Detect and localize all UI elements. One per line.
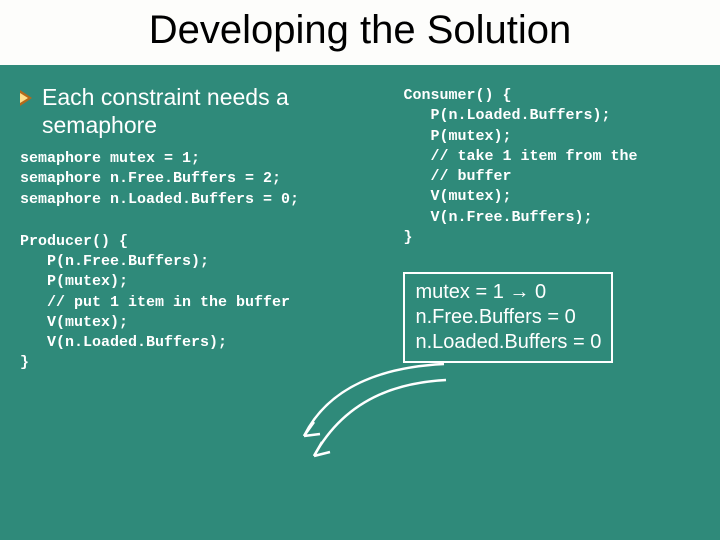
producer-code: Producer() { P(n.Free.Buffers); P(mutex)… bbox=[20, 232, 397, 374]
code-line: // take 1 item from the bbox=[403, 148, 637, 165]
bullet-text: Each constraint needs a semaphore bbox=[42, 84, 397, 139]
consumer-code: Consumer() { P(n.Loaded.Buffers); P(mute… bbox=[403, 86, 700, 248]
columns: Each constraint needs a semaphore semaph… bbox=[20, 84, 700, 374]
code-line: semaphore n.Free.Buffers = 2; bbox=[20, 170, 281, 187]
state-box: mutex = 1 → 0 n.Free.Buffers = 0 n.Loade… bbox=[403, 272, 613, 363]
diamond-bullet-icon bbox=[20, 90, 32, 106]
code-line: // put 1 item in the buffer bbox=[20, 294, 290, 311]
state-line: n.Free.Buffers = 0 bbox=[415, 305, 601, 330]
slide-body: Each constraint needs a semaphore semaph… bbox=[0, 66, 720, 374]
code-line: V(mutex); bbox=[403, 188, 511, 205]
code-line: V(n.Loaded.Buffers); bbox=[20, 334, 227, 351]
slide: Developing the Solution Each constraint … bbox=[0, 0, 720, 540]
code-line: P(n.Loaded.Buffers); bbox=[403, 107, 610, 124]
code-line: semaphore mutex = 1; bbox=[20, 150, 200, 167]
code-line: // buffer bbox=[403, 168, 511, 185]
code-line: P(mutex); bbox=[403, 128, 511, 145]
right-column: Consumer() { P(n.Loaded.Buffers); P(mute… bbox=[403, 84, 700, 374]
state-line: mutex = 1 → 0 bbox=[415, 280, 601, 305]
code-line: P(n.Free.Buffers); bbox=[20, 253, 209, 270]
code-line: semaphore n.Loaded.Buffers = 0; bbox=[20, 191, 299, 208]
code-line: P(mutex); bbox=[20, 273, 128, 290]
code-line: } bbox=[20, 354, 29, 371]
slide-title: Developing the Solution bbox=[0, 0, 720, 66]
arrow-annotation-icon bbox=[294, 356, 464, 476]
code-line: V(n.Free.Buffers); bbox=[403, 209, 592, 226]
code-line: } bbox=[403, 229, 412, 246]
semaphore-declarations: semaphore mutex = 1; semaphore n.Free.Bu… bbox=[20, 149, 397, 210]
code-line: V(mutex); bbox=[20, 314, 128, 331]
left-column: Each constraint needs a semaphore semaph… bbox=[20, 84, 397, 374]
code-line: Consumer() { bbox=[403, 87, 511, 104]
bullet-item: Each constraint needs a semaphore bbox=[20, 84, 397, 139]
code-line: Producer() { bbox=[20, 233, 128, 250]
state-line: n.Loaded.Buffers = 0 bbox=[415, 330, 601, 355]
